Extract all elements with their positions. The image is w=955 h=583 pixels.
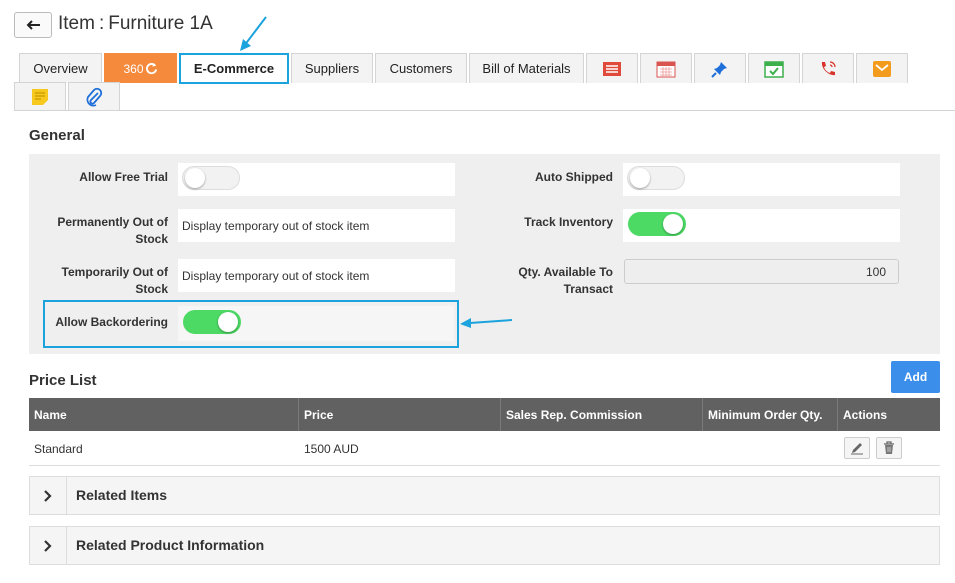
calendar-check-icon (764, 60, 784, 78)
back-button[interactable] (14, 12, 52, 38)
temporarily-oos-label: Temporarily Out of Stock (40, 264, 168, 298)
commission-cell (501, 431, 703, 466)
tab-invoice[interactable] (586, 53, 638, 83)
pin-icon (711, 61, 727, 78)
tab-pin[interactable] (694, 53, 746, 83)
page-title: Item: Furniture 1A (58, 13, 213, 35)
price-table-header: Name Price Sales Rep. Commission Minimum… (29, 398, 940, 431)
temporarily-oos-select[interactable]: Display temporary out of stock item (178, 259, 455, 292)
qty-available-value: 100 (865, 264, 886, 279)
pencil-icon (851, 443, 863, 455)
track-inventory-label: Track Inventory (524, 215, 613, 229)
add-price-button[interactable]: Add (891, 361, 940, 393)
toggle-knob (663, 214, 683, 234)
item-name: Furniture 1A (108, 13, 213, 34)
min-qty-cell (703, 431, 838, 466)
allow-free-trial-label: Allow Free Trial (79, 170, 168, 184)
toggle-knob (630, 168, 650, 188)
refresh-icon (145, 62, 157, 75)
phone-icon (821, 60, 836, 75)
envelope-icon (873, 60, 891, 77)
tab-attachments[interactable] (68, 82, 120, 111)
permanently-oos-value: Display temporary out of stock item (182, 218, 370, 233)
qty-available-label: Qty. Available To Transact (485, 264, 613, 298)
label-line: Temporarily Out of (61, 265, 168, 279)
tab-360[interactable]: 360 (104, 53, 177, 83)
temporarily-oos-value: Display temporary out of stock item (182, 268, 370, 283)
sticky-note-icon (32, 89, 48, 105)
tab-notes[interactable] (14, 82, 66, 111)
accordion-label: Related Items (76, 487, 168, 503)
tab-overview[interactable]: Overview (19, 53, 102, 83)
title-separator: : (98, 13, 105, 34)
price-name-cell: Standard (34, 441, 83, 456)
label-line: Permanently Out of (57, 215, 168, 229)
tab-suppliers[interactable]: Suppliers (291, 53, 373, 83)
column-header-min-qty[interactable]: Minimum Order Qty. (703, 398, 838, 431)
tab-label: Customers (389, 61, 453, 76)
tab-calendar[interactable] (640, 53, 692, 83)
tab-email[interactable] (856, 53, 908, 83)
toggle-knob (185, 168, 205, 188)
column-header-commission[interactable]: Sales Rep. Commission (501, 398, 703, 431)
delete-button[interactable] (876, 437, 902, 459)
qty-available-input[interactable]: 100 (624, 259, 899, 284)
invoice-icon (603, 61, 621, 76)
tab-bill-of-materials[interactable]: Bill of Materials (469, 53, 584, 83)
table-row: Standard 1500 AUD (29, 431, 940, 466)
tabs-divider (14, 110, 955, 111)
title-prefix: Item (58, 13, 95, 34)
label-line: Transact (563, 282, 613, 296)
annotation-arrow-icon (460, 318, 513, 328)
tab-phone[interactable] (802, 53, 854, 83)
tab-ecommerce[interactable]: E-Commerce (179, 53, 289, 84)
trash-icon (884, 441, 894, 454)
allow-backordering-toggle[interactable] (183, 310, 241, 334)
permanently-oos-select[interactable]: Display temporary out of stock item (178, 209, 455, 242)
label-line: Qty. Available To (518, 265, 613, 279)
label-line: Stock (135, 232, 168, 246)
allow-free-trial-toggle[interactable] (182, 166, 240, 190)
price-list-title: Price List (29, 372, 97, 389)
related-items-accordion[interactable]: Related Items (29, 476, 940, 515)
calendar-icon (656, 61, 676, 77)
general-section-title: General (29, 127, 85, 144)
tab-label: Overview (33, 61, 88, 76)
label-line: Stock (135, 282, 168, 296)
permanently-oos-label: Permanently Out of Stock (40, 214, 168, 248)
tab-label: Bill of Materials (482, 61, 571, 76)
auto-shipped-toggle[interactable] (627, 166, 685, 190)
accordion-label: Related Product Information (76, 537, 265, 553)
toggle-knob (218, 312, 238, 332)
paperclip-icon (86, 87, 103, 107)
column-header-price[interactable]: Price (299, 398, 501, 431)
tab-label: E-Commerce (193, 61, 275, 76)
price-value-cell: 1500 AUD (304, 441, 359, 456)
allow-backordering-label: Allow Backordering (55, 315, 168, 329)
edit-button[interactable] (844, 437, 870, 459)
chevron-right-icon (30, 477, 67, 514)
tab-label: Suppliers (304, 61, 360, 76)
back-arrow-icon (26, 20, 40, 30)
track-inventory-toggle[interactable] (628, 212, 686, 236)
tab-label: 360 (123, 61, 144, 76)
chevron-right-icon (30, 527, 67, 564)
related-product-info-accordion[interactable]: Related Product Information (29, 526, 940, 565)
column-header-name[interactable]: Name (29, 398, 299, 431)
tab-calendar-check[interactable] (748, 53, 800, 83)
auto-shipped-label: Auto Shipped (535, 170, 613, 184)
tab-customers[interactable]: Customers (375, 53, 467, 83)
annotation-arrow-icon (240, 16, 267, 51)
column-header-actions: Actions (843, 407, 888, 422)
